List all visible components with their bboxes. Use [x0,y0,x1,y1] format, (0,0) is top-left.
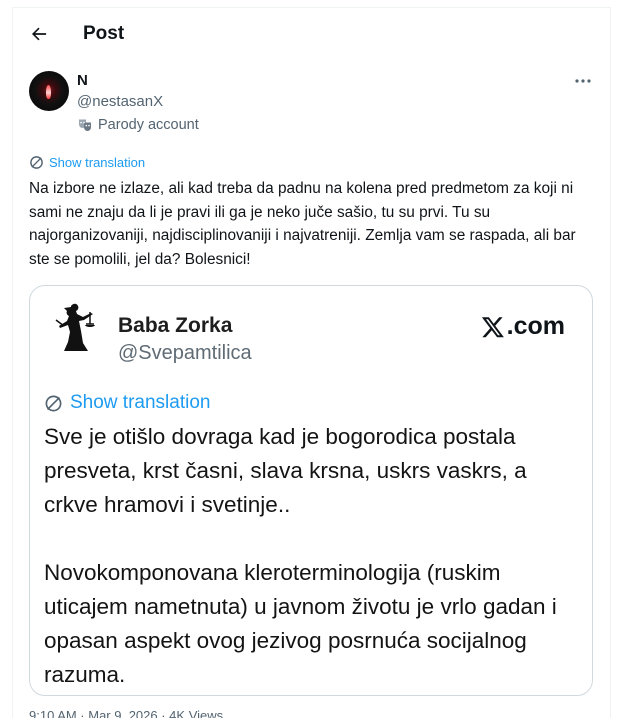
author-name[interactable]: N [77,72,88,89]
translate-icon [30,156,43,169]
x-com-watermark: .com [481,312,565,341]
lady-justice-icon [55,303,95,351]
parody-label: Parody account [98,117,199,133]
arrow-left-icon [32,27,47,41]
embedded-image[interactable]: Baba Zorka @Svepamtilica .com Show trans… [29,285,593,696]
avatar[interactable] [29,71,69,111]
translate-icon [45,395,62,411]
x-logo-icon [481,316,504,337]
parody-badge: Parody account [77,117,199,133]
more-options-button[interactable] [570,71,596,91]
embedded-author-name: Baba Zorka [118,314,233,337]
show-translation-link[interactable]: Show translation [29,155,145,170]
embedded-paragraph: Novokomponovana kleroterminologija (rusk… [44,560,557,687]
site-label: .com [506,312,565,340]
embedded-show-translation: Show translation [44,392,210,414]
post-timestamp[interactable]: 9:10 AM · Mar 9, 2026 · 4K Views [29,708,223,718]
more-icon [575,79,591,83]
embedded-avatar [42,296,106,362]
embedded-post: Baba Zorka @Svepamtilica .com Show trans… [42,296,582,687]
post-text: Na izbore ne izlaze, ali kad treba da pa… [29,180,576,268]
embedded-post-text: Sve je otišlo dovraga kad je bogorodica … [44,420,574,692]
page-header: Post [14,10,604,58]
mask-icon [79,119,91,131]
show-translation-label: Show translation [49,155,146,170]
page-title: Post [83,23,125,44]
author-handle[interactable]: @nestasanX [77,93,163,110]
embedded-paragraph: Sve je otišlo dovraga kad je bogorodica … [44,424,527,517]
back-button[interactable] [22,17,56,51]
embedded-author-handle: @Svepamtilica [118,342,252,364]
embedded-show-translation-label: Show translation [70,392,211,413]
